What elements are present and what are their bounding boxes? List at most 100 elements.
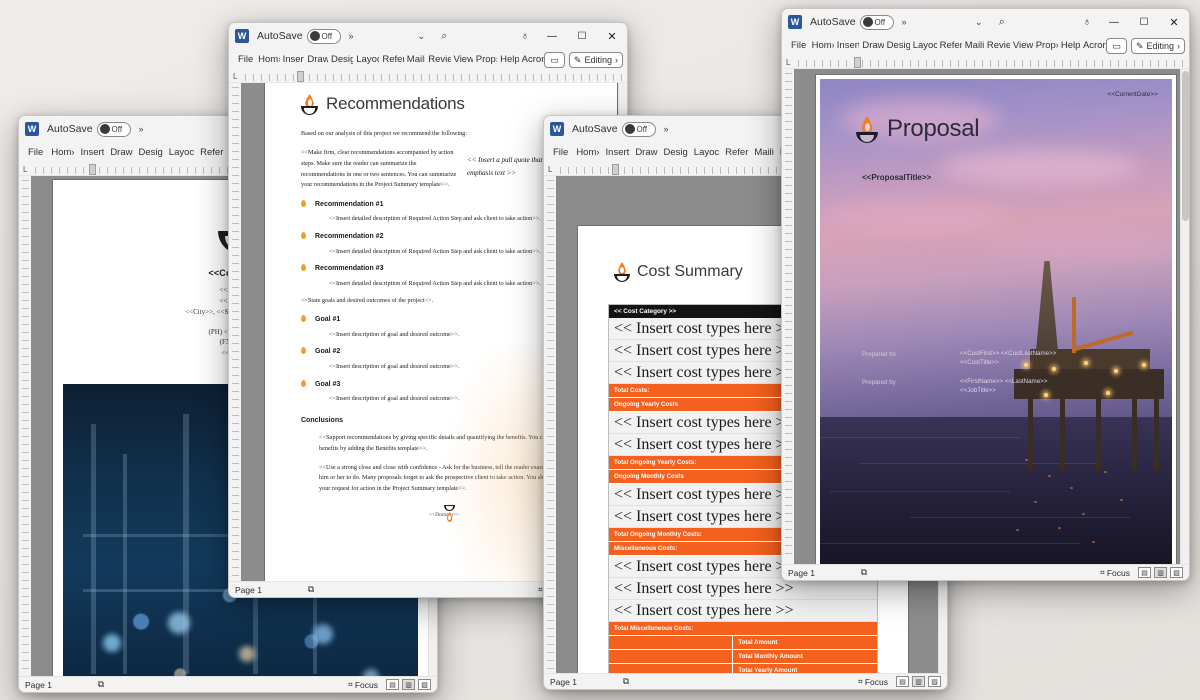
comments-button[interactable]: ▭ — [544, 52, 565, 68]
view-buttons[interactable]: ▤ ▥ ▨ — [896, 676, 941, 687]
focus-button[interactable]: ⌗ Focus — [348, 679, 378, 690]
view-print-layout-button[interactable]: ▥ — [912, 676, 925, 687]
window-controls[interactable]: — ☐ ✕ — [537, 23, 627, 49]
tab-draw[interactable]: Draw — [304, 49, 328, 71]
tab-layout[interactable]: Layoᴄ — [353, 49, 379, 71]
chevron-down-icon[interactable]: › — [1177, 41, 1180, 51]
table-row-amount[interactable]: Total Amount — [609, 636, 877, 650]
view-read-mode-button[interactable]: ▤ — [1138, 567, 1151, 578]
overflow-icon[interactable]: » — [664, 124, 669, 134]
tab-file[interactable]: File — [23, 142, 48, 164]
status-bar[interactable]: Page 1 ⧉ ⌗ Focus ▤ ▥ ▨ — [19, 676, 437, 692]
accessibility-icon[interactable]: ⧉ — [858, 567, 870, 578]
tab-review[interactable]: Revie — [984, 35, 1010, 57]
tab-draw[interactable]: Draw — [107, 142, 135, 164]
account-icon[interactable]: ♁ — [1075, 16, 1099, 28]
tab-acrobat[interactable]: Acroᶇ — [519, 49, 545, 71]
tab-home[interactable]: Hom› — [573, 142, 602, 164]
view-buttons[interactable]: ▤ ▥ ▨ — [386, 679, 431, 690]
tab-mailings[interactable]: Maili — [751, 142, 777, 164]
status-bar[interactable]: Page 1 ⧉ ⌗ Focus ▤ ▥ ▨ — [544, 673, 947, 689]
indent-marker[interactable] — [89, 164, 96, 175]
tab-design[interactable]: Desiɡ — [135, 142, 165, 164]
page-indicator[interactable]: Page 1 — [788, 568, 858, 578]
overflow-icon[interactable]: » — [349, 31, 354, 41]
tab-file[interactable]: File — [786, 35, 809, 57]
view-web-layout-button[interactable]: ▨ — [418, 679, 431, 690]
tab-home[interactable]: Hom› — [48, 142, 77, 164]
overflow-icon[interactable]: » — [139, 124, 144, 134]
tab-proposal[interactable]: Prop› — [1033, 35, 1058, 57]
overflow-icon[interactable]: » — [902, 17, 907, 27]
status-bar[interactable]: Page 1 ⧉ ⌗ Focus ▤ ▥ ▨ — [782, 564, 1189, 580]
titlebar[interactable]: W AutoSave Off » ⌄ ⌕ ♁ — ☐ ✕ — [782, 9, 1189, 35]
ribbon-tabs[interactable]: File Hom› Insert Draw Desiɡ Layoᴄ Refer … — [229, 49, 627, 71]
tab-home[interactable]: Hom› — [809, 35, 834, 57]
amount-blank-cell[interactable] — [609, 636, 732, 649]
tab-file[interactable]: File — [233, 49, 255, 71]
amount-blank-cell[interactable] — [609, 650, 732, 663]
tab-insert[interactable]: Insert — [78, 142, 108, 164]
view-print-layout-button[interactable]: ▥ — [402, 679, 415, 690]
table-row-insert[interactable]: << Insert cost types here >> — [609, 600, 877, 622]
autosave-toggle[interactable]: Off — [859, 14, 894, 30]
tab-mailings[interactable]: Maili — [404, 49, 425, 71]
editing-mode-button[interactable]: ✎ Editing › — [1130, 38, 1186, 54]
focus-button[interactable]: ⌗ Focus — [858, 676, 888, 687]
view-web-layout-button[interactable]: ▨ — [1170, 567, 1183, 578]
tab-design[interactable]: Desiɡ — [660, 142, 690, 164]
maximize-button[interactable]: ☐ — [1129, 9, 1159, 35]
focus-button[interactable]: ⌗ Focus — [1100, 567, 1130, 578]
tab-acrobat[interactable]: Acroᶇ — [1080, 35, 1106, 57]
account-icon[interactable]: ♁ — [513, 30, 537, 42]
vertical-scrollbar[interactable] — [1180, 69, 1189, 564]
tab-file[interactable]: File — [548, 142, 573, 164]
scrollbar-thumb[interactable] — [1182, 71, 1189, 221]
autosave-toggle[interactable]: Off — [621, 121, 656, 137]
word-window-proposal[interactable]: W AutoSave Off » ⌄ ⌕ ♁ — ☐ ✕ File Hom› I… — [781, 8, 1190, 581]
quick-access-chevron-icon[interactable]: ⌄ — [968, 17, 990, 28]
view-read-mode-button[interactable]: ▤ — [896, 676, 909, 687]
tab-design[interactable]: Desiɡ — [328, 49, 353, 71]
autosave-toggle[interactable]: Off — [306, 28, 341, 44]
tab-references[interactable]: Refer — [722, 142, 751, 164]
ribbon-tabs[interactable]: File Hom› Insert Draw Desiɡ Layoᴄ Refer … — [782, 35, 1189, 57]
autosave-toggle[interactable]: Off — [96, 121, 131, 137]
quick-access-chevron-icon[interactable]: ⌄ — [410, 31, 432, 42]
amount-blank-cell[interactable] — [609, 664, 732, 673]
tab-help[interactable]: Help — [1058, 35, 1080, 57]
editing-mode-button[interactable]: ✎ Editing › — [568, 52, 623, 68]
accessibility-icon[interactable]: ⧉ — [305, 584, 317, 595]
indent-marker[interactable] — [612, 164, 619, 175]
minimize-button[interactable]: — — [537, 23, 567, 49]
search-icon[interactable]: ⌕ — [990, 16, 1014, 29]
tab-layout[interactable]: Layoᴄ — [166, 142, 197, 164]
tab-design[interactable]: Desiɡ — [884, 35, 910, 57]
tab-draw[interactable]: Draw — [859, 35, 883, 57]
accessibility-icon[interactable]: ⧉ — [95, 679, 107, 690]
tab-view[interactable]: View — [1010, 35, 1033, 57]
window-controls[interactable]: — ☐ ✕ — [1099, 9, 1189, 35]
table-row-amount[interactable]: Total Monthly Amount — [609, 650, 877, 664]
accessibility-icon[interactable]: ⧉ — [620, 676, 632, 687]
table-row-amount[interactable]: Total Yearly Amount — [609, 664, 877, 673]
close-button[interactable]: ✕ — [597, 23, 627, 49]
comments-button[interactable]: ▭ — [1106, 38, 1127, 54]
document-page-1[interactable]: <<CurrentDate>> Proposal <<ProposalTitle… — [816, 75, 1176, 564]
tab-insert[interactable]: Insert — [603, 142, 633, 164]
tab-mailings[interactable]: Maili — [962, 35, 984, 57]
tab-help[interactable]: Help — [497, 49, 519, 71]
tab-layout[interactable]: Layoᴄ — [910, 35, 937, 57]
indent-marker[interactable] — [854, 57, 861, 68]
page-indicator[interactable]: Page 1 — [550, 677, 620, 687]
tab-references[interactable]: Refer — [197, 142, 226, 164]
chevron-down-icon[interactable]: › — [615, 55, 618, 65]
tab-insert[interactable]: Insert — [280, 49, 305, 71]
view-web-layout-button[interactable]: ▨ — [928, 676, 941, 687]
tab-view[interactable]: View — [451, 49, 473, 71]
document-canvas[interactable]: <<CurrentDate>> Proposal <<ProposalTitle… — [794, 69, 1180, 564]
search-icon[interactable]: ⌕ — [432, 30, 456, 43]
tab-review[interactable]: Revie — [425, 49, 450, 71]
maximize-button[interactable]: ☐ — [567, 23, 597, 49]
tab-draw[interactable]: Draw — [632, 142, 660, 164]
